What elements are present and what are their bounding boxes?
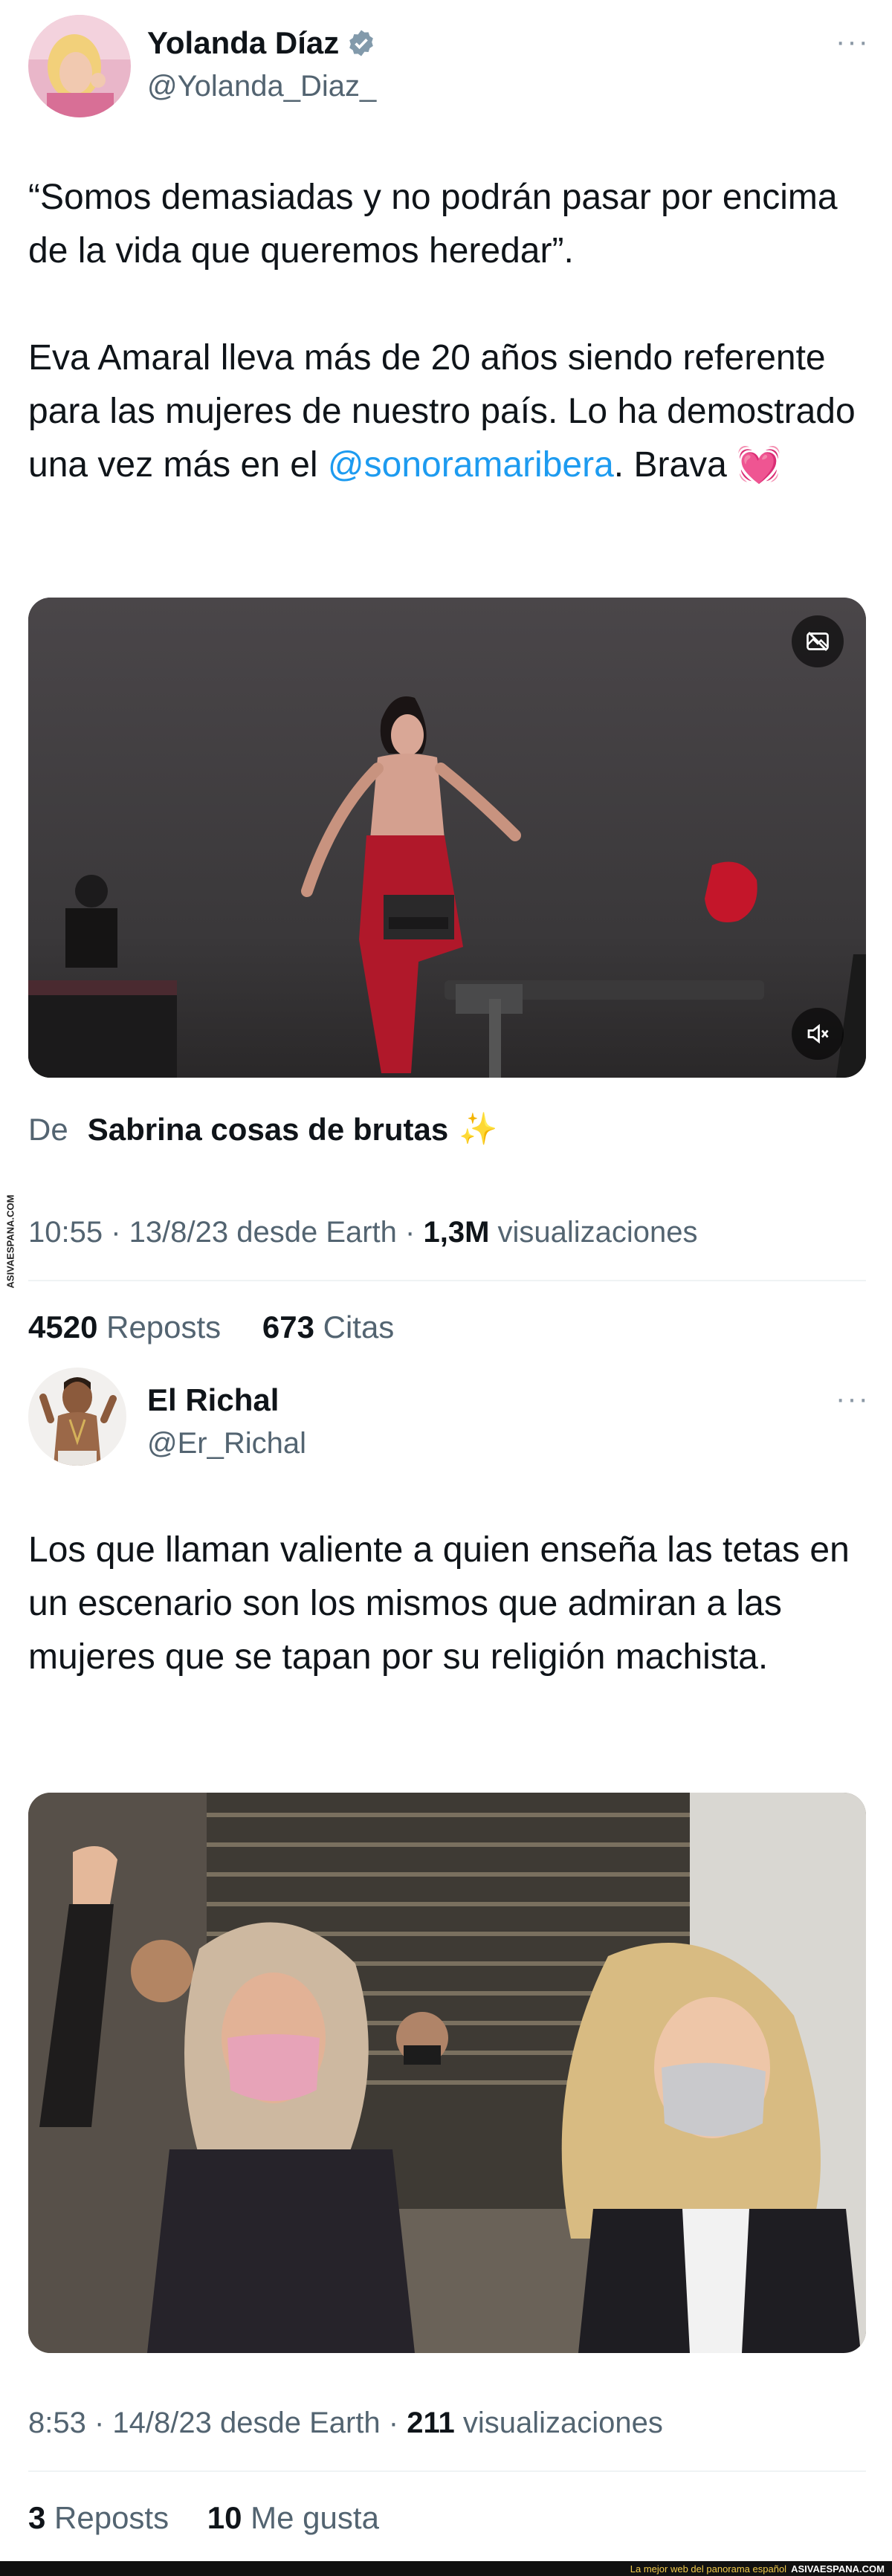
tweet-text-body: Eva Amaral lleva más de 20 años siendo r… xyxy=(28,338,856,485)
footer-tagline: La mejor web del panorama español xyxy=(630,2563,787,2575)
heart-emoji: 💓 xyxy=(737,445,781,485)
views-count: 211 xyxy=(407,2407,455,2439)
source-label: De xyxy=(28,1111,68,1147)
engagement-stats: 4520 Reposts 673 Citas xyxy=(28,1310,394,1345)
footer-brand[interactable]: ASIVAESPANA.COM xyxy=(791,2563,885,2575)
reposts-count[interactable]: 4520 xyxy=(28,1310,97,1344)
reposts-label[interactable]: Reposts xyxy=(45,2500,169,2535)
side-watermark: ASIVAESPANA.COM xyxy=(4,1194,16,1288)
reposts-label[interactable]: Reposts xyxy=(97,1310,221,1344)
likes-label[interactable]: Me gusta xyxy=(242,2500,379,2535)
display-name[interactable]: Yolanda Díaz xyxy=(147,25,339,61)
tweet-text-quote: “Somos demasiadas y no podrán pasar por … xyxy=(28,178,838,271)
mention-link[interactable]: @sonoramaribera xyxy=(328,445,614,485)
divider xyxy=(28,1280,866,1281)
likes-count[interactable]: 10 xyxy=(207,2500,242,2535)
video-source: De Sabrina cosas de brutas ✨ xyxy=(28,1111,498,1148)
alt-text-icon[interactable] xyxy=(792,615,844,667)
tweet-text: Los que llaman valiente a quien enseña l… xyxy=(28,1530,850,1677)
verified-badge-icon xyxy=(349,30,374,56)
divider xyxy=(28,2470,866,2472)
quotes-label[interactable]: Citas xyxy=(314,1310,395,1344)
avatar[interactable] xyxy=(28,1368,126,1466)
protest-photo[interactable] xyxy=(28,1793,866,2353)
views-label: visualizaciones xyxy=(454,2407,663,2439)
user-handle[interactable]: @Yolanda_Diaz_ xyxy=(147,70,376,103)
display-name[interactable]: El Richal xyxy=(147,1382,279,1418)
tweet-timestamp: 8:53 · 14/8/23 desde Earth · 211 visuali… xyxy=(28,2407,663,2439)
tweet-text: “Somos demasiadas y no podrán pasar por … xyxy=(28,171,861,492)
avatar[interactable] xyxy=(28,15,131,117)
user-handle[interactable]: @Er_Richal xyxy=(147,1427,306,1460)
views-count: 1,3M xyxy=(423,1216,490,1249)
more-options-icon[interactable]: ··· xyxy=(836,1382,870,1416)
sparkles-emoji: ✨ xyxy=(459,1111,498,1146)
tweet-yolanda: Yolanda Díaz @Yolanda_Diaz_ ··· “Somos d… xyxy=(0,0,892,1344)
views-label: visualizaciones xyxy=(489,1216,698,1249)
source-account-link[interactable]: Sabrina cosas de brutas xyxy=(88,1112,449,1148)
quotes-count[interactable]: 673 xyxy=(262,1310,314,1344)
tweet-elrichal: El Richal @Er_Richal ··· Los que llaman … xyxy=(0,1368,892,2557)
more-options-icon[interactable]: ··· xyxy=(836,25,870,59)
mute-icon[interactable] xyxy=(792,1008,844,1060)
tweet-timestamp: 10:55 · 13/8/23 desde Earth · 1,3M visua… xyxy=(28,1216,698,1249)
engagement-stats: 3 Reposts 10 Me gusta xyxy=(28,2500,379,2536)
concert-video[interactable] xyxy=(28,598,866,1078)
footer-watermark: La mejor web del panorama español ASIVAE… xyxy=(0,2561,892,2576)
reposts-count[interactable]: 3 xyxy=(28,2500,45,2535)
